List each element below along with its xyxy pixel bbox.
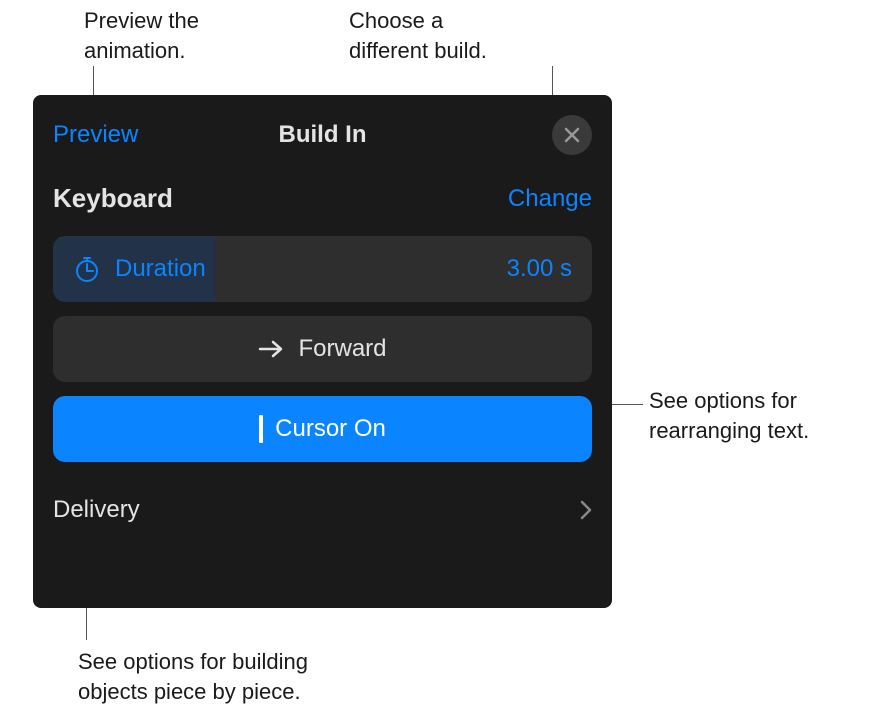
build-in-panel: Preview Build In Keyboard Change Duratio… — [33, 95, 612, 608]
direction-button[interactable]: Forward — [53, 316, 592, 382]
duration-value: 3.00 s — [507, 255, 572, 283]
duration-slider[interactable]: Duration 3.00 s — [53, 236, 592, 302]
delivery-row[interactable]: Delivery — [33, 478, 612, 524]
cursor-icon — [259, 415, 263, 443]
cursor-label: Cursor On — [275, 415, 386, 443]
delivery-label: Delivery — [53, 496, 140, 524]
arrow-right-icon — [258, 339, 284, 359]
close-icon — [564, 127, 580, 143]
direction-label: Forward — [298, 335, 386, 363]
panel-title: Build In — [279, 121, 367, 149]
chevron-right-icon — [580, 500, 592, 520]
effect-section-row: Keyboard Change — [33, 183, 612, 214]
duration-label: Duration — [115, 255, 206, 283]
effect-name-label: Keyboard — [53, 183, 173, 214]
callout-change: Choose adifferent build. — [349, 6, 487, 65]
cursor-toggle-button[interactable]: Cursor On — [53, 396, 592, 462]
preview-button[interactable]: Preview — [53, 121, 138, 149]
callout-forward: See options forrearranging text. — [649, 386, 809, 445]
callout-preview: Preview theanimation. — [84, 6, 199, 65]
stopwatch-icon — [73, 255, 101, 283]
panel-header: Preview Build In — [33, 115, 612, 155]
callout-line — [611, 404, 643, 405]
callout-delivery: See options for buildingobjects piece by… — [78, 647, 308, 706]
change-button[interactable]: Change — [508, 185, 592, 213]
close-button[interactable] — [552, 115, 592, 155]
